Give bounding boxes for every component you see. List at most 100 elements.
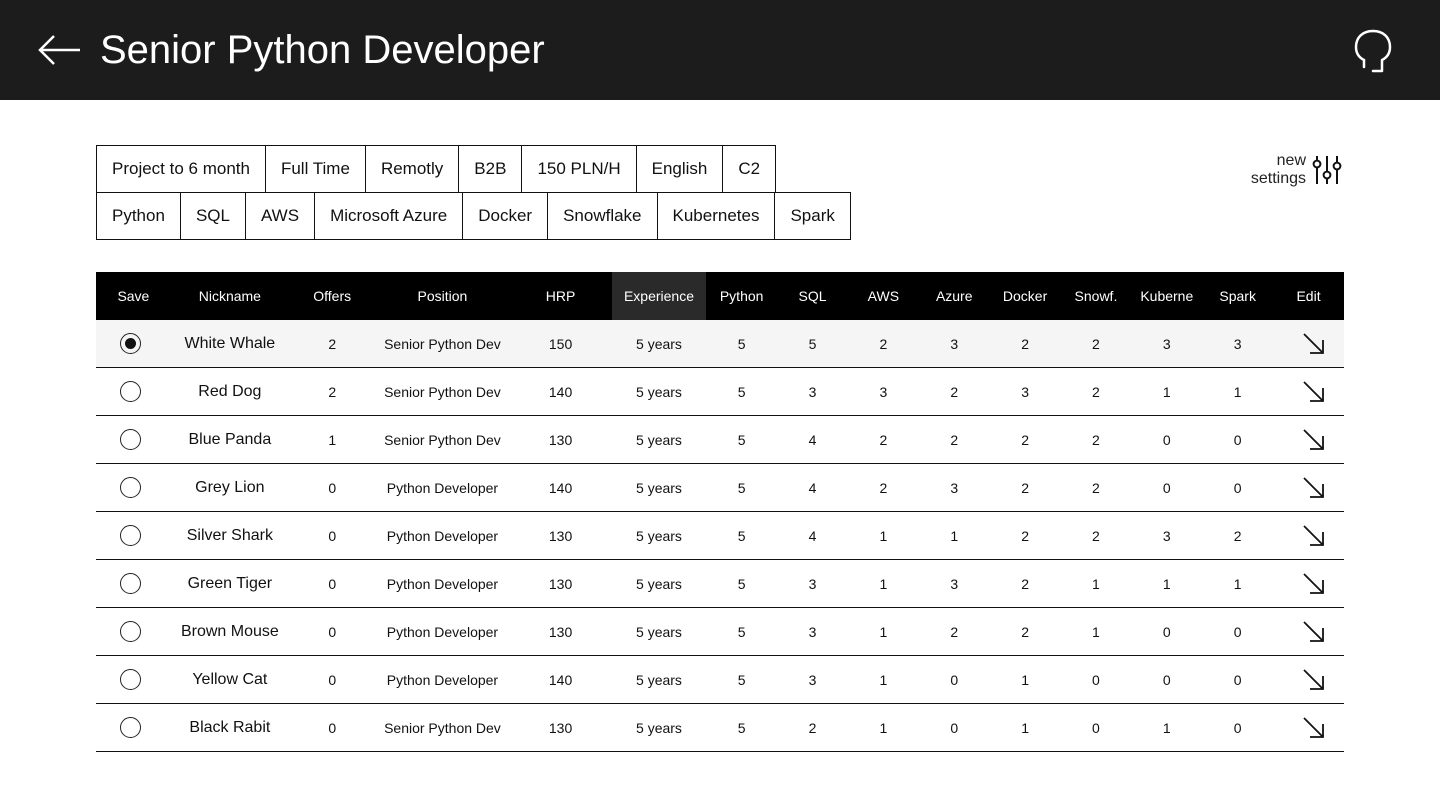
- table-row[interactable]: Red Dog 2 Senior Python Dev 140 5 years 5 3 3 2 3…: [96, 368, 1344, 416]
- cell-snowflake: 2: [1092, 431, 1100, 448]
- cell-experience: 5 years: [636, 527, 682, 544]
- filter-chip[interactable]: Docker: [462, 192, 549, 240]
- cell-aws: 2: [879, 335, 888, 352]
- cell-python: 5: [737, 335, 746, 352]
- cell-kubernetes: 1: [1162, 383, 1171, 400]
- filter-chip[interactable]: English: [635, 145, 724, 193]
- cell-snowflake: 1: [1092, 623, 1100, 640]
- user-profile-icon[interactable]: [1352, 28, 1394, 74]
- save-cell: [96, 560, 171, 607]
- column-header-kuberne[interactable]: Kuberne: [1131, 272, 1202, 320]
- cell-aws: 1: [879, 719, 888, 736]
- edit-arrow-icon[interactable]: [1301, 523, 1327, 549]
- cell-python: 5: [737, 575, 746, 592]
- edit-arrow-icon[interactable]: [1301, 475, 1327, 501]
- cell-spark: 0: [1233, 431, 1242, 448]
- column-header-aws[interactable]: AWS: [848, 272, 919, 320]
- edit-arrow-icon[interactable]: [1301, 571, 1327, 597]
- save-radio[interactable]: [119, 717, 141, 738]
- filter-chip[interactable]: C2: [722, 145, 777, 193]
- candidates-table: Save Nickname Offers Position HRP Experience P…: [96, 272, 1344, 752]
- filter-chip[interactable]: AWS: [244, 192, 316, 240]
- edit-arrow-icon[interactable]: [1301, 667, 1327, 693]
- column-header-experience[interactable]: Experience: [611, 272, 707, 320]
- column-header-nickname[interactable]: Nickname: [171, 272, 289, 320]
- back-arrow-icon[interactable]: [36, 32, 84, 68]
- table-row[interactable]: White Whale 2 Senior Python Dev 150 5 years 5…: [96, 320, 1344, 368]
- cell-aws: 1: [879, 527, 888, 544]
- save-radio[interactable]: [119, 333, 141, 354]
- column-header-save[interactable]: Save: [96, 272, 171, 320]
- column-header-offers[interactable]: Offers: [289, 272, 376, 320]
- table-row[interactable]: Green Tiger 0 Python Developer 130 5 years 5 3…: [96, 560, 1344, 608]
- cell-hrp: 140: [548, 479, 573, 496]
- cell-azure: 0: [950, 671, 959, 688]
- save-radio[interactable]: [119, 525, 141, 546]
- edit-cell: [1273, 464, 1344, 511]
- column-header-edit[interactable]: Edit: [1273, 272, 1344, 320]
- table-row[interactable]: Blue Panda 1 Senior Python Dev 130 5 years 5 4…: [96, 416, 1344, 464]
- filter-chips-row-2: Python SQL AWS Microsoft Azure Docker Snowfla…: [96, 192, 851, 240]
- edit-arrow-icon[interactable]: [1301, 427, 1327, 453]
- edit-cell: [1273, 368, 1344, 415]
- edit-cell: [1273, 656, 1344, 703]
- filter-chip[interactable]: Full Time: [264, 145, 366, 193]
- save-radio[interactable]: [119, 573, 141, 594]
- filter-chip[interactable]: Spark: [774, 192, 851, 240]
- edit-cell: [1273, 320, 1344, 367]
- table-row[interactable]: Grey Lion 0 Python Developer 140 5 years 5 4 2 3…: [96, 464, 1344, 512]
- filter-chip[interactable]: 150 PLN/H: [521, 145, 637, 193]
- column-header-sql[interactable]: SQL: [777, 272, 848, 320]
- column-header-position[interactable]: Position: [376, 272, 510, 320]
- save-radio[interactable]: [119, 477, 141, 498]
- new-settings-label: new settings: [1250, 152, 1306, 187]
- cell-spark: 2: [1233, 527, 1242, 544]
- cell-position: Senior Python Dev: [384, 431, 501, 448]
- table-row[interactable]: Brown Mouse 0 Python Developer 130 5 years 5 3…: [96, 608, 1344, 656]
- cell-azure: 3: [950, 479, 959, 496]
- filter-chip[interactable]: Snowflake: [547, 192, 658, 240]
- save-radio[interactable]: [119, 381, 141, 402]
- cell-hrp: 130: [548, 575, 573, 592]
- cell-offers: 0: [328, 719, 337, 736]
- new-settings-button[interactable]: new settings: [1236, 152, 1346, 188]
- table-row[interactable]: Silver Shark 0 Python Developer 130 5 years 5…: [96, 512, 1344, 560]
- edit-cell: [1273, 560, 1344, 607]
- edit-arrow-icon[interactable]: [1301, 715, 1327, 741]
- column-header-spark[interactable]: Spark: [1202, 272, 1273, 320]
- save-radio[interactable]: [119, 621, 141, 642]
- cell-sql: 3: [808, 671, 817, 688]
- edit-arrow-icon[interactable]: [1301, 619, 1327, 645]
- cell-offers: 0: [328, 623, 337, 640]
- save-cell: [96, 320, 171, 367]
- filter-chip[interactable]: Python: [96, 192, 181, 240]
- filter-chip[interactable]: SQL: [179, 192, 246, 240]
- cell-snowflake: 2: [1092, 383, 1100, 400]
- column-header-hrp[interactable]: HRP: [509, 272, 611, 320]
- filter-chip[interactable]: Microsoft Azure: [314, 192, 464, 240]
- cell-aws: 2: [879, 479, 888, 496]
- column-header-docker[interactable]: Docker: [990, 272, 1061, 320]
- filter-chip[interactable]: Remotly: [364, 145, 460, 193]
- save-radio[interactable]: [119, 429, 141, 450]
- cell-python: 5: [737, 719, 746, 736]
- save-cell: [96, 656, 171, 703]
- column-header-azure[interactable]: Azure: [919, 272, 990, 320]
- save-cell: [96, 704, 171, 751]
- filter-chip[interactable]: Kubernetes: [656, 192, 776, 240]
- sliders-icon: [1312, 156, 1342, 184]
- edit-arrow-icon[interactable]: [1301, 379, 1327, 405]
- filter-chip[interactable]: Project to 6 month: [96, 145, 266, 193]
- column-header-python[interactable]: Python: [706, 272, 777, 320]
- cell-experience: 5 years: [636, 719, 682, 736]
- cell-spark: 0: [1233, 479, 1242, 496]
- edit-arrow-icon[interactable]: [1301, 331, 1327, 357]
- column-header-snowf[interactable]: Snowf.: [1061, 272, 1132, 320]
- filter-chip[interactable]: B2B: [458, 145, 523, 193]
- cell-kubernetes: 0: [1162, 623, 1171, 640]
- save-radio[interactable]: [119, 669, 141, 690]
- cell-docker: 3: [1021, 383, 1029, 400]
- cell-experience: 5 years: [636, 623, 682, 640]
- table-row[interactable]: Yellow Cat 0 Python Developer 140 5 years 5 3 1…: [96, 656, 1344, 704]
- table-row[interactable]: Black Rabit 0 Senior Python Dev 130 5 years 5…: [96, 704, 1344, 752]
